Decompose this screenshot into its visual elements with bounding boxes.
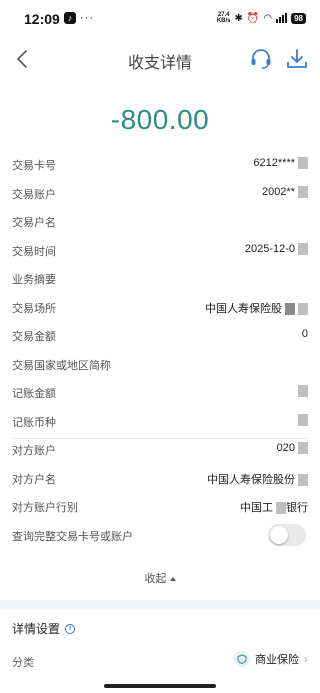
detail-value: 中国人寿保险股份 — [207, 471, 308, 487]
status-right-icons: 27.4 KB/s ✱ ⏰ ◠ 98 — [217, 12, 306, 24]
download-button[interactable] — [284, 46, 310, 72]
detail-value: 中国工 银行 — [240, 499, 308, 515]
query-full-account-toggle[interactable] — [268, 523, 306, 546]
time-value: 2025-12-0 — [244, 242, 295, 255]
chevron-right-icon: › — [304, 652, 308, 666]
detail-row-account: 交易账户 2002** — [0, 179, 320, 208]
detail-value: 中国人寿保险股 — [205, 300, 308, 316]
account-value: 2002** — [261, 185, 295, 198]
detail-settings-header: 详情设置 i — [12, 620, 76, 637]
detail-row-account-name: 交易户名 — [0, 207, 320, 236]
detail-row-card-number: 交易卡号 6212**** — [0, 150, 320, 179]
status-left-icons: ♪ ··· — [64, 12, 94, 24]
transaction-amount: -800.00 — [110, 104, 210, 135]
toggle-knob — [270, 525, 288, 544]
bluetooth-icon: ✱ — [234, 12, 243, 24]
redaction-mask — [298, 385, 308, 398]
category-value: 商业保险 › — [234, 651, 308, 667]
caret-up-icon — [169, 577, 176, 582]
detail-row-time: 交易时间 2025-12-0 — [0, 236, 320, 265]
section-separator — [0, 600, 320, 610]
detail-label: 交易国家或地区简称 — [12, 359, 111, 372]
customer-service-button[interactable] — [248, 46, 274, 72]
detail-label: 对方户名 — [12, 473, 56, 486]
network-speed: 27.4 KB/s — [217, 12, 231, 24]
detail-label: 交易户名 — [12, 217, 56, 229]
redaction-mask — [298, 302, 308, 315]
alarm-icon: ⏰ — [246, 12, 260, 24]
detail-label: 交易场所 — [12, 302, 56, 315]
detail-row-venue: 交易场所 中国人寿保险股 — [0, 293, 320, 322]
detail-value: 0 — [301, 328, 308, 340]
detail-value — [295, 413, 308, 426]
detail-row-counterparty-name: 对方户名 中国人寿保险股份 — [0, 464, 320, 493]
status-time: 12:09 — [24, 11, 60, 27]
more-notifications-icon: ··· — [80, 12, 94, 24]
detail-label: 交易金额 — [12, 331, 56, 343]
detail-row-summary: 业务摘要 — [0, 264, 320, 293]
home-indicator[interactable] — [104, 684, 216, 688]
detail-label: 记账币种 — [12, 416, 56, 429]
card-number-value: 6212**** — [253, 157, 295, 169]
detail-value — [295, 385, 308, 398]
venue-value: 中国人寿保险股 — [205, 302, 282, 315]
query-full-account-label: 查询完整交易卡号或账户 — [12, 530, 133, 543]
redaction-mask — [276, 502, 286, 515]
status-bar: 12:09 ♪ ··· 27.4 KB/s ✱ ⏰ ◠ 98 — [0, 0, 320, 38]
counterparty-name-value: 中国人寿保险股份 — [207, 473, 295, 486]
tiktok-notification-icon: ♪ — [64, 12, 76, 24]
collapse-label: 收起 — [144, 573, 167, 585]
headset-icon — [251, 49, 271, 69]
collapse-button[interactable]: 收起 — [0, 570, 320, 586]
redaction-mask — [298, 473, 308, 486]
detail-label: 交易账户 — [12, 188, 56, 201]
detail-label: 交易时间 — [12, 245, 56, 258]
info-icon[interactable]: i — [65, 623, 76, 634]
detail-label: 对方账户行别 — [12, 502, 78, 514]
detail-row-counterparty-account: 对方账户 020 — [0, 435, 320, 464]
detail-label: 对方账户 — [12, 445, 56, 457]
divider — [12, 438, 308, 439]
battery-icon: 98 — [291, 12, 306, 24]
detail-label: 交易卡号 — [12, 160, 56, 172]
query-full-account-row: 查询完整交易卡号或账户 — [0, 521, 320, 550]
redaction-mask — [298, 442, 308, 455]
transaction-details: 交易卡号 6212**** 交易账户 2002** 交易户名 交易时间 2025… — [0, 150, 320, 549]
detail-label: 业务摘要 — [12, 274, 56, 286]
detail-label: 记账金额 — [12, 388, 56, 400]
category-label: 分类 — [12, 657, 34, 669]
signal-icon — [276, 13, 288, 23]
nav-bar: 收支详情 — [0, 38, 320, 80]
redaction-mask — [298, 185, 308, 198]
detail-value: 020 — [276, 442, 308, 455]
redaction-mask — [285, 302, 295, 315]
detail-settings-title: 详情设置 — [12, 622, 61, 636]
detail-value: 2002** — [262, 186, 308, 198]
counterparty-bank-suffix: 银行 — [286, 502, 308, 514]
wifi-icon: ◠ — [263, 12, 273, 24]
detail-row-country: 交易国家或地区简称 — [0, 350, 320, 379]
detail-row-currency: 记账币种 — [0, 407, 320, 436]
detail-value: 2025-12-0 — [245, 243, 308, 255]
network-speed-unit: KB/s — [216, 18, 231, 24]
insurance-shield-icon — [234, 651, 250, 667]
download-icon — [287, 49, 307, 68]
detail-row-amount: 交易金额 0 — [0, 321, 320, 350]
detail-value: 6212**** — [253, 157, 308, 170]
redaction-mask — [298, 413, 308, 426]
category-row[interactable]: 分类 商业保险 › — [0, 646, 320, 676]
detail-row-booked-amount: 记账金额 — [0, 378, 320, 407]
counterparty-bank-value: 中国工 — [240, 502, 273, 514]
detail-row-counterparty-bank: 对方账户行别 中国工 银行 — [0, 492, 320, 521]
redaction-mask — [298, 157, 308, 170]
category-value-text: 商业保险 — [255, 654, 299, 666]
redaction-mask — [298, 242, 308, 255]
counterparty-account-value: 020 — [276, 442, 295, 454]
